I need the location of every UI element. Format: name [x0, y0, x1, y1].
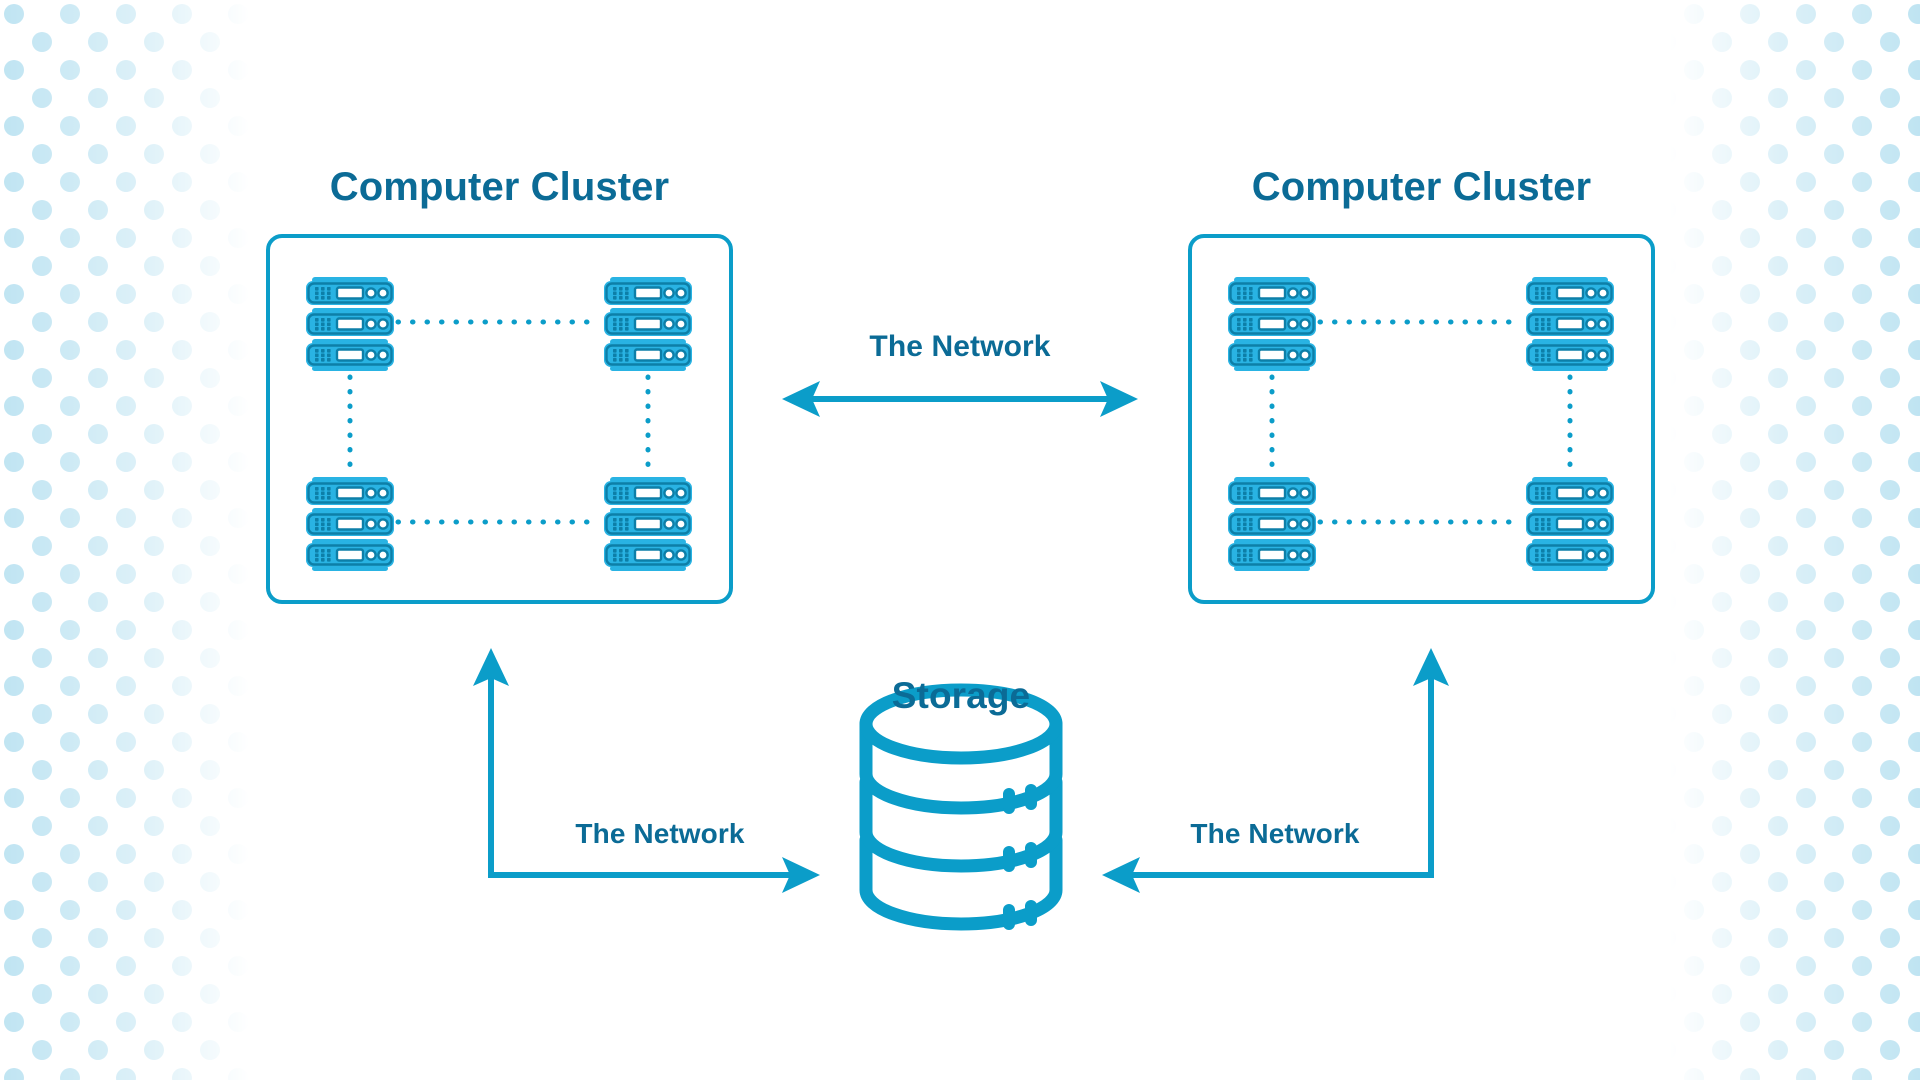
cluster-left-group: [266, 234, 733, 604]
cluster-left-title: Computer Cluster: [329, 165, 670, 209]
server-rack-left-top-left: [304, 275, 396, 373]
network-label-left-to-storage: The Network: [575, 818, 745, 849]
server-rack-right-top-left: [1226, 275, 1318, 373]
network-arrow-right-elbow: [1102, 648, 1449, 893]
diagram-graphics: [266, 234, 1655, 931]
cluster-right-title: Computer Cluster: [1251, 165, 1592, 209]
cluster-right-group: [1188, 234, 1655, 604]
server-rack-right-bottom-left: [1226, 475, 1318, 573]
network-label-right-to-storage: The Network: [1190, 818, 1360, 849]
network-arrow-left-elbow: [473, 648, 820, 893]
server-rack-right-bottom-right: [1524, 475, 1616, 573]
network-label-between-clusters: The Network: [869, 330, 1051, 363]
server-rack-left-top-right: [602, 275, 694, 373]
diagram-canvas: Computer Cluster Computer Cluster The Ne…: [0, 0, 1920, 1080]
server-rack-left-bottom-right: [602, 475, 694, 573]
storage-title: Storage: [891, 675, 1031, 716]
server-rack-right-top-right: [1524, 275, 1616, 373]
server-rack-left-bottom-left: [304, 475, 396, 573]
network-arrow-horizontal: [782, 381, 1138, 417]
